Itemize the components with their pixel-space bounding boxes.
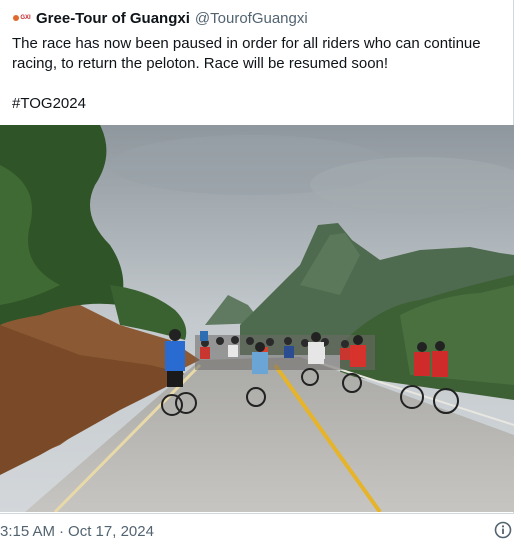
tweet-time: 3:15 AM (0, 522, 56, 540)
race-photo-image[interactable] (0, 125, 514, 512)
info-icon[interactable] (494, 521, 512, 539)
display-name[interactable]: Gree-Tour of Guangxi (36, 10, 190, 27)
tweet-card[interactable]: GXI Gree-Tour of Guangxi @TourofGuangxi … (0, 0, 514, 514)
tour-of-guangxi-logo-icon[interactable]: GXI (12, 11, 32, 25)
tweet-timestamp[interactable]: 3:15 AM · Oct 17, 2024 (0, 521, 154, 541)
tweet-date: Oct 17, 2024 (68, 522, 154, 540)
tweet-header: GXI Gree-Tour of Guangxi @TourofGuangxi (12, 8, 308, 28)
tweet-text: The race has now been paused in order fo… (12, 35, 481, 112)
timestamp-separator: · (59, 522, 65, 540)
user-handle[interactable]: @TourofGuangxi (195, 10, 308, 27)
